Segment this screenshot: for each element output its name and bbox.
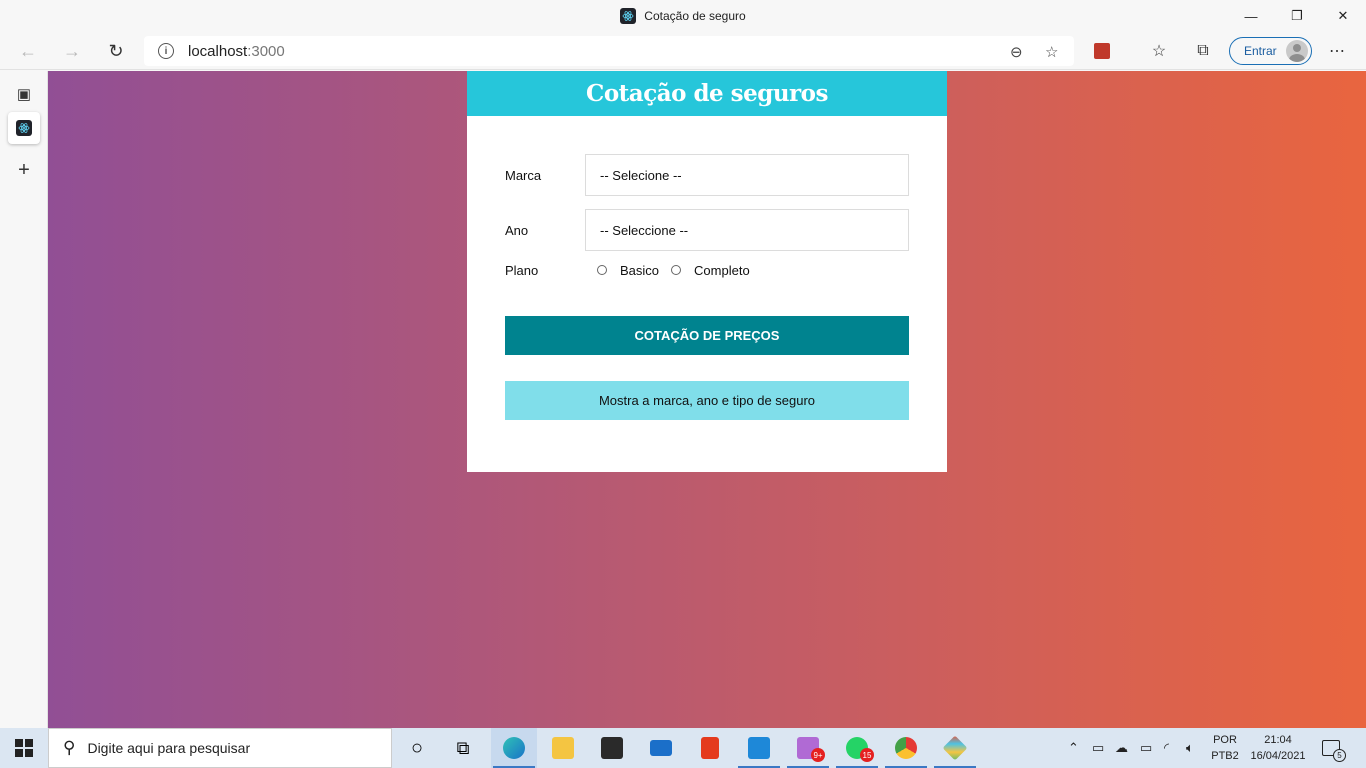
plan-label: Plano xyxy=(505,262,539,278)
close-window-button[interactable]: ✕ xyxy=(1320,0,1366,32)
signin-button[interactable]: Entrar xyxy=(1229,37,1312,65)
store-icon[interactable] xyxy=(589,728,635,768)
brand-select[interactable]: -- Selecione -- xyxy=(585,154,909,196)
address-bar[interactable]: i localhost:3000 ⊖ ☆ xyxy=(144,36,1074,66)
plan-row: Plano Basico Completo xyxy=(505,262,750,278)
more-icon[interactable]: ⋯ xyxy=(1322,36,1352,66)
year-select[interactable]: -- Seleccione -- xyxy=(585,209,909,251)
vscode-icon[interactable] xyxy=(736,728,782,768)
volume-icon[interactable]: 🔈︎ xyxy=(1186,728,1194,768)
taskbar-search[interactable]: ⚲ Digite aqui para pesquisar xyxy=(48,728,392,768)
result-box: Mostra a marca, ano e tipo de seguro xyxy=(505,381,909,420)
year-label: Ano xyxy=(505,222,529,238)
meet-now-icon[interactable]: ▭ xyxy=(1092,728,1104,768)
windows-taskbar: ⚲ Digite aqui para pesquisar ○ ⧉ 9+ 15 ⌃… xyxy=(0,728,1366,768)
new-tab-icon[interactable]: + xyxy=(8,154,40,186)
quote-button[interactable]: COTAÇÃO DE PREÇOS xyxy=(505,316,909,355)
back-icon[interactable]: ← xyxy=(13,36,43,66)
tab-actions-icon[interactable]: ▣ xyxy=(8,78,40,110)
info-icon[interactable]: i xyxy=(158,43,174,59)
search-icon: ⚲ xyxy=(63,738,76,757)
brand-label: Marca xyxy=(505,167,542,183)
react-favicon-icon xyxy=(620,8,637,24)
forward-icon[interactable]: → xyxy=(57,36,87,66)
file-explorer-icon[interactable] xyxy=(540,728,586,768)
wifi-icon[interactable]: ◜ xyxy=(1164,728,1169,768)
edge-app-icon[interactable] xyxy=(491,728,537,768)
language-code: POR xyxy=(1213,734,1237,746)
whatsapp-badge: 15 xyxy=(860,748,874,762)
onedrive-icon[interactable]: ☁ xyxy=(1115,728,1128,768)
whatsapp-icon[interactable]: 15 xyxy=(834,728,880,768)
avatar xyxy=(1286,40,1308,62)
add-favorite-icon[interactable]: ☆ xyxy=(1045,43,1058,61)
refresh-icon[interactable]: ↻ xyxy=(101,36,131,66)
notifications-icon[interactable]: 5 xyxy=(1322,728,1346,768)
language-indicator[interactable]: POR PTB2 xyxy=(1208,732,1242,764)
plan-basico-radio[interactable] xyxy=(597,265,607,275)
url-text: localhost:3000 xyxy=(188,42,285,60)
cortana-icon[interactable]: ○ xyxy=(394,728,440,768)
year-row: Ano -- Seleccione -- xyxy=(505,209,909,251)
browser-toolbar: ← → ↻ i localhost:3000 ⊖ ☆ ☆ ⧉ Entrar ⋯ xyxy=(0,32,1366,70)
show-hidden-icons-icon[interactable]: ⌃ xyxy=(1068,728,1079,768)
minimize-button[interactable]: — xyxy=(1228,0,1274,32)
window-title-group: Cotação de seguro xyxy=(0,0,1366,32)
plan-basico-label[interactable]: Basico xyxy=(620,263,659,278)
page-viewport: Cotação de seguros Marca -- Selecione --… xyxy=(48,71,1366,728)
discord-badge: 9+ xyxy=(811,748,825,762)
clock-time: 21:04 xyxy=(1264,734,1292,746)
tab-active-react[interactable] xyxy=(8,112,40,144)
clock-date: 16/04/2021 xyxy=(1250,750,1306,762)
windows-start-icon[interactable] xyxy=(0,728,48,768)
plan-completo-label[interactable]: Completo xyxy=(694,263,750,278)
quote-card: Cotação de seguros Marca -- Selecione --… xyxy=(467,71,947,472)
vertical-tabs-sidebar: ▣ + xyxy=(0,71,48,728)
clock[interactable]: 21:04 16/04/2021 xyxy=(1246,732,1310,764)
chrome-icon[interactable] xyxy=(883,728,929,768)
git-app-icon[interactable] xyxy=(932,728,978,768)
restore-button[interactable]: ❐ xyxy=(1274,0,1320,32)
battery-icon[interactable]: ▭ xyxy=(1140,728,1152,768)
signin-label: Entrar xyxy=(1244,44,1277,58)
keyboard-layout: PTB2 xyxy=(1211,750,1239,762)
window-title: Cotação de seguro xyxy=(644,9,746,23)
notifications-count: 5 xyxy=(1333,749,1346,762)
brand-row: Marca -- Selecione -- xyxy=(505,154,909,196)
search-input[interactable]: Digite aqui para pesquisar xyxy=(87,740,250,756)
task-view-icon[interactable]: ⧉ xyxy=(440,728,486,768)
card-header: Cotação de seguros xyxy=(467,71,947,116)
collections-icon[interactable]: ⧉ xyxy=(1188,36,1218,66)
mail-icon[interactable] xyxy=(638,728,684,768)
zoom-out-icon[interactable]: ⊖ xyxy=(1010,43,1023,61)
favorites-icon[interactable]: ☆ xyxy=(1144,36,1174,66)
discord-icon[interactable]: 9+ xyxy=(785,728,831,768)
extension-icon[interactable] xyxy=(1087,36,1117,66)
page-title: Cotação de seguros xyxy=(586,80,828,107)
plan-completo-radio[interactable] xyxy=(671,265,682,275)
office-icon[interactable] xyxy=(687,728,733,768)
react-tab-icon xyxy=(16,120,32,136)
title-bar: Cotação de seguro — ❐ ✕ xyxy=(0,0,1366,32)
